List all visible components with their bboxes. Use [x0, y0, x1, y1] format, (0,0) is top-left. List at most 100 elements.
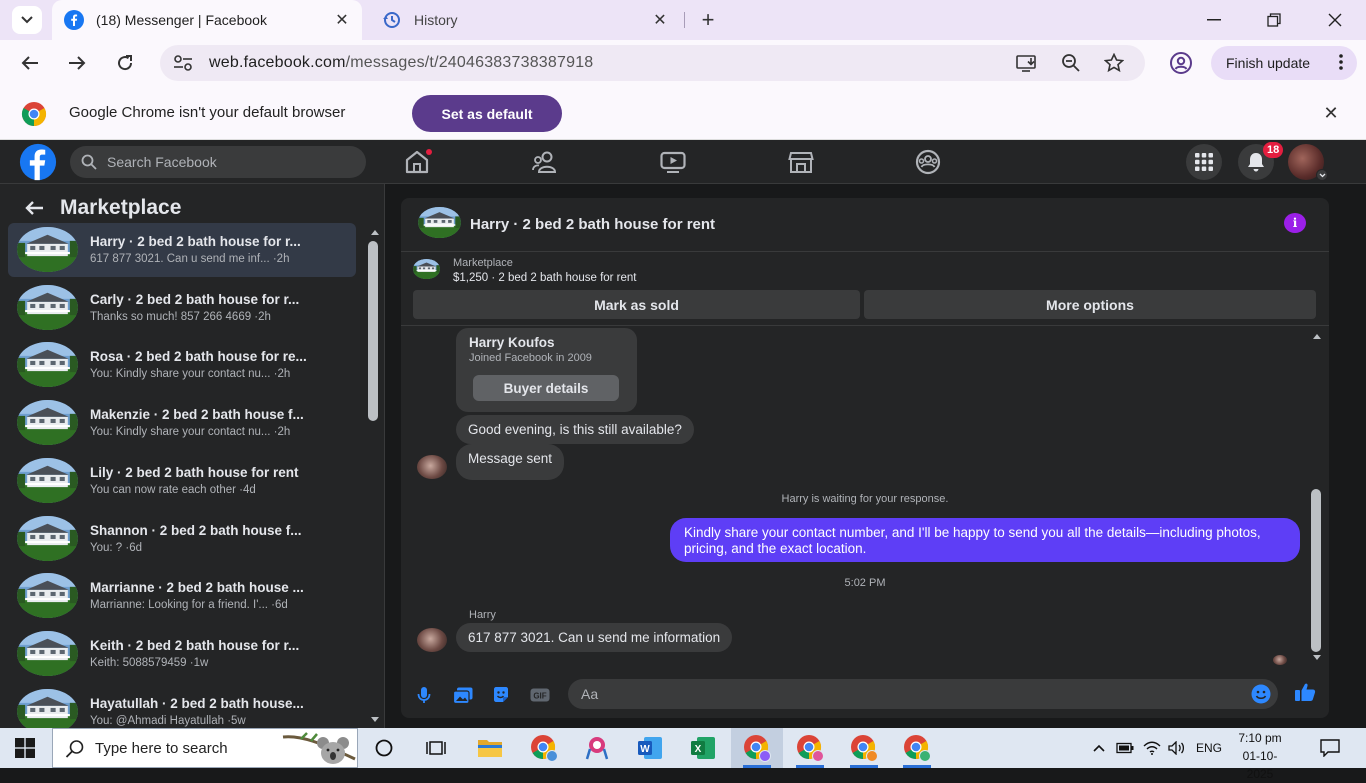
back-button[interactable]: [15, 48, 45, 78]
chrome-app-4[interactable]: [838, 728, 890, 768]
nav-gaming[interactable]: [914, 149, 942, 175]
tab-close-icon[interactable]: ✕: [648, 8, 672, 32]
minimize-button[interactable]: [1184, 0, 1244, 40]
send-like-button[interactable]: [1294, 682, 1316, 702]
network-status[interactable]: [1143, 728, 1161, 768]
scroll-down-icon[interactable]: [1312, 654, 1322, 662]
conversation-item[interactable]: Marrianne · 2 bed 2 bath house ... Marria…: [8, 569, 356, 623]
task-view-button[interactable]: [410, 728, 462, 768]
my-message-bubble[interactable]: Kindly share your contact number, and I'…: [670, 518, 1300, 562]
conversation-name: Marrianne · 2 bed 2 bath house ...: [90, 580, 304, 596]
wifi-icon: [1143, 741, 1161, 755]
bookmark-button[interactable]: [1103, 53, 1125, 73]
site-settings-icon[interactable]: [172, 53, 194, 73]
tab-close-icon[interactable]: ✕: [330, 8, 354, 32]
tab-search-button[interactable]: [12, 6, 42, 34]
nav-video[interactable]: [659, 149, 687, 175]
facebook-search-input[interactable]: Search Facebook: [70, 146, 366, 178]
show-hidden-icons[interactable]: [1092, 728, 1106, 768]
chrome-app-5[interactable]: [891, 728, 943, 768]
snipping-app[interactable]: [571, 728, 623, 768]
message-bubble[interactable]: Good evening, is this still available?: [456, 415, 694, 444]
gif-button[interactable]: GIF: [529, 685, 551, 705]
tab-history[interactable]: History ✕: [370, 0, 680, 40]
sticker-button[interactable]: [490, 685, 512, 705]
chrome-app-3[interactable]: [784, 728, 836, 768]
account-chevron-icon[interactable]: [1316, 169, 1328, 181]
system-clock[interactable]: 7:10 pm 01-10-2025: [1230, 729, 1290, 783]
conversation-item[interactable]: Harry · 2 bed 2 bath house for r... 617 8…: [8, 223, 356, 277]
conversation-item[interactable]: Lily · 2 bed 2 bath house for rent You ca…: [8, 454, 356, 508]
harry-avatar[interactable]: [417, 455, 447, 479]
emoji-icon[interactable]: [1251, 684, 1271, 704]
facebook-logo-icon[interactable]: [17, 143, 59, 181]
message-bubble[interactable]: 617 877 3021. Can u send me information: [456, 623, 733, 652]
notification-center[interactable]: [1320, 728, 1340, 768]
harry-avatar[interactable]: [417, 628, 447, 652]
back-button[interactable]: [22, 196, 46, 220]
forward-button[interactable]: [62, 48, 92, 78]
scroll-up-icon[interactable]: [1312, 332, 1322, 340]
file-explorer-app[interactable]: [464, 728, 516, 768]
conversation-item[interactable]: Hayatullah · 2 bed 2 bath house... You: @…: [8, 685, 356, 728]
set-as-default-button[interactable]: Set as default: [412, 95, 562, 132]
excel-app[interactable]: X: [677, 728, 729, 768]
conversation-snippet: 617 877 3021. Can u send me inf... ·2h: [90, 253, 290, 265]
more-options-button[interactable]: More options: [864, 290, 1316, 319]
chrome-profile-icon: [531, 735, 558, 762]
infobar-close-icon[interactable]: ✕: [1320, 102, 1342, 124]
info-icon[interactable]: i: [1284, 213, 1306, 233]
star-icon: [1104, 53, 1124, 73]
nav-home[interactable]: [404, 149, 432, 175]
scroll-up-icon[interactable]: [370, 228, 380, 236]
start-button[interactable]: [0, 728, 50, 768]
buyer-details-button[interactable]: Buyer details: [473, 375, 619, 401]
conversation-item[interactable]: Carly · 2 bed 2 bath house for r... Thank…: [8, 281, 356, 335]
nav-friends[interactable]: [531, 149, 559, 175]
listing-price[interactable]: $1,250 · 2 bed 2 bath house for rent: [453, 272, 637, 284]
address-bar[interactable]: web.facebook.com/messages/t/240463837383…: [160, 45, 1145, 81]
menu-button[interactable]: [1186, 144, 1222, 180]
conversation-item[interactable]: Makenzie · 2 bed 2 bath house f... You: K…: [8, 396, 356, 450]
conversation-item[interactable]: Shannon · 2 bed 2 bath house f... You: ? …: [8, 512, 356, 566]
chrome-app-1[interactable]: [518, 728, 570, 768]
battery-status[interactable]: [1116, 728, 1134, 768]
listing-thumbnail: [17, 227, 78, 272]
message-input[interactable]: Aa: [568, 679, 1278, 709]
taskbar-search-input[interactable]: Type here to search: [52, 728, 358, 768]
new-tab-button[interactable]: +: [694, 6, 722, 34]
close-window-button[interactable]: [1305, 0, 1365, 40]
chevron-down-icon: [21, 16, 33, 24]
word-app[interactable]: W: [624, 728, 676, 768]
reload-button[interactable]: [110, 48, 140, 78]
install-app-button[interactable]: [1016, 53, 1038, 73]
scroll-down-icon[interactable]: [370, 716, 380, 724]
sidebar-scrollbar-thumb[interactable]: [368, 241, 378, 421]
conversation-item[interactable]: Keith · 2 bed 2 bath house for r... Keith…: [8, 627, 356, 681]
mark-as-sold-button[interactable]: Mark as sold: [413, 290, 860, 319]
listing-small-thumbnail[interactable]: [413, 259, 440, 279]
input-language[interactable]: ENG: [1196, 728, 1222, 768]
nav-marketplace[interactable]: [787, 149, 815, 175]
finish-update-button[interactable]: Finish update: [1211, 46, 1357, 80]
restore-button[interactable]: [1244, 0, 1304, 40]
attach-photo-button[interactable]: [452, 685, 474, 705]
tab-messenger[interactable]: (18) Messenger | Facebook ✕: [52, 0, 362, 40]
task-view-cortana-button[interactable]: [358, 728, 410, 768]
arrow-left-icon: [21, 56, 38, 70]
profile-icon[interactable]: [1168, 50, 1194, 76]
friends-icon: [532, 151, 557, 173]
voice-clip-button[interactable]: [413, 685, 435, 705]
zoom-button[interactable]: [1060, 53, 1082, 73]
listing-thumbnail[interactable]: [418, 207, 461, 238]
volume-control[interactable]: [1168, 728, 1186, 768]
arrow-right-icon: [69, 56, 86, 70]
thread-scrollbar-thumb[interactable]: [1311, 489, 1321, 652]
chrome-app-active[interactable]: [731, 728, 783, 768]
conversation-snippet: You can now rate each other ·4d: [90, 483, 256, 496]
conversation-name: Lily · 2 bed 2 bath house for rent: [90, 464, 299, 480]
message-bubble[interactable]: Message sent: [456, 444, 565, 480]
windows-logo-icon: [15, 738, 35, 758]
conversation-title[interactable]: Harry · 2 bed 2 bath house for rent: [470, 216, 715, 233]
conversation-item[interactable]: Rosa · 2 bed 2 bath house for re... You: …: [8, 338, 356, 392]
